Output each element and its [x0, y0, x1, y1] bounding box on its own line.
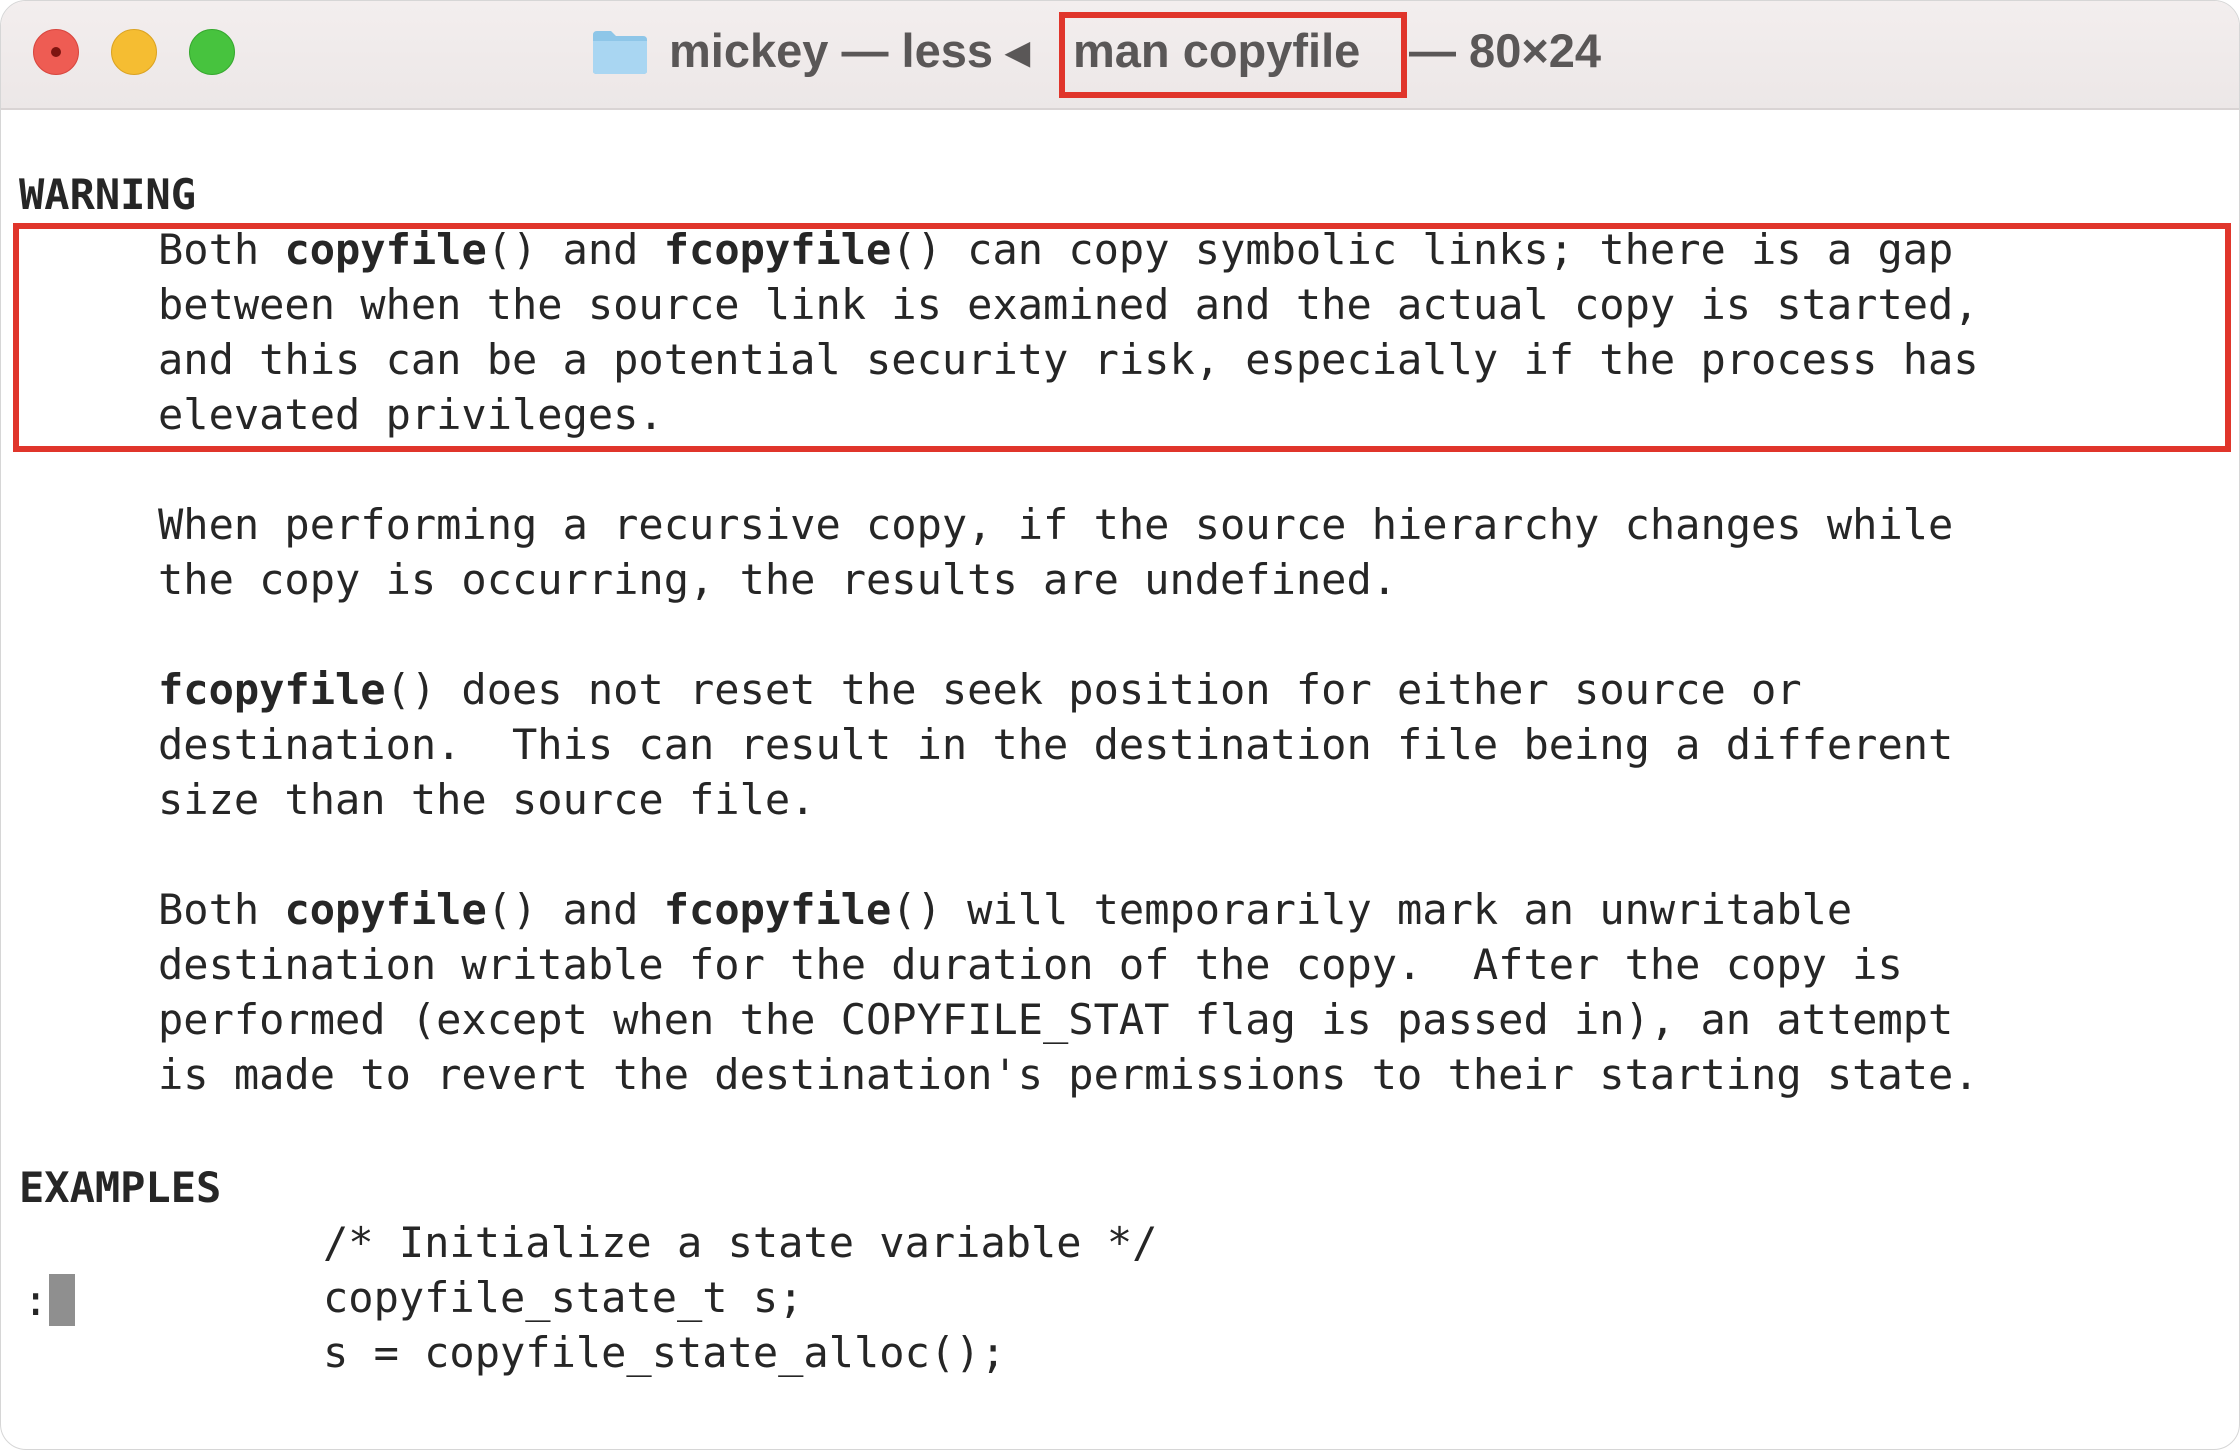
minimize-button[interactable] — [111, 29, 157, 75]
text-segment: Both — [158, 885, 285, 934]
highlight-box — [13, 223, 2231, 452]
folder-icon — [593, 31, 647, 74]
example-line: s = copyfile_state_alloc(); — [323, 1328, 1006, 1377]
window-title-size: — 80×24 — [1409, 24, 1602, 77]
text-segment: performed (except when the COPYFILE_STAT… — [158, 995, 1954, 1044]
text-segment: size than the source file. — [158, 775, 816, 824]
function-name: fcopyfile — [663, 885, 892, 934]
terminal-content[interactable]: WARNING Both copyfile() and fcopyfile() … — [1, 110, 2239, 1449]
function-name: fcopyfile — [158, 665, 386, 714]
text-segment: destination writable for the duration of… — [158, 940, 1903, 989]
window-title-prefix: mickey — less ◂ — [669, 24, 1030, 77]
manpage-text-line: destination writable for the duration of… — [158, 937, 1903, 992]
section-heading-examples: EXAMPLES — [19, 1163, 222, 1212]
pager-prompt: : — [23, 1276, 49, 1325]
text-segment: () and — [486, 885, 664, 934]
text-segment: destination. This can result in the dest… — [158, 720, 1954, 769]
title-bar[interactable]: mickey — less ◂ man copyfile — 80×24 — [1, 1, 2239, 110]
manpage-text-line: fcopyfile() does not reset the seek posi… — [158, 662, 1802, 717]
manpage-text-line: Both copyfile() and fcopyfile() will tem… — [158, 882, 1852, 937]
manpage-text-line: the copy is occurring, the results are u… — [158, 552, 1397, 607]
manpage-text-line: is made to revert the destination's perm… — [158, 1047, 1979, 1102]
manpage-text-line: performed (except when the COPYFILE_STAT… — [158, 992, 1953, 1047]
example-line: /* Initialize a state variable */ — [323, 1218, 1158, 1267]
close-button[interactable] — [33, 29, 79, 75]
title-highlight-box — [1059, 12, 1407, 98]
text-cursor — [49, 1274, 75, 1326]
function-name: copyfile — [284, 885, 487, 934]
example-line: copyfile_state_t s; — [323, 1273, 804, 1322]
manpage-text-line: When performing a recursive copy, if the… — [158, 497, 1953, 552]
terminal-window: mickey — less ◂ man copyfile — 80×24 WAR… — [0, 0, 2240, 1450]
text-segment: is made to revert the destination's perm… — [158, 1050, 1979, 1099]
text-segment: When performing a recursive copy, if the… — [158, 500, 1954, 549]
zoom-button[interactable] — [189, 29, 235, 75]
text-segment: the copy is occurring, the results are u… — [158, 555, 1398, 604]
manpage-text-line: size than the source file. — [158, 772, 815, 827]
text-segment: () will temporarily mark an unwritable — [891, 885, 1853, 934]
section-heading-warning: WARNING — [19, 170, 197, 219]
manpage-text-line: destination. This can result in the dest… — [158, 717, 1953, 772]
text-segment: () does not reset the seek position for … — [385, 665, 1802, 714]
